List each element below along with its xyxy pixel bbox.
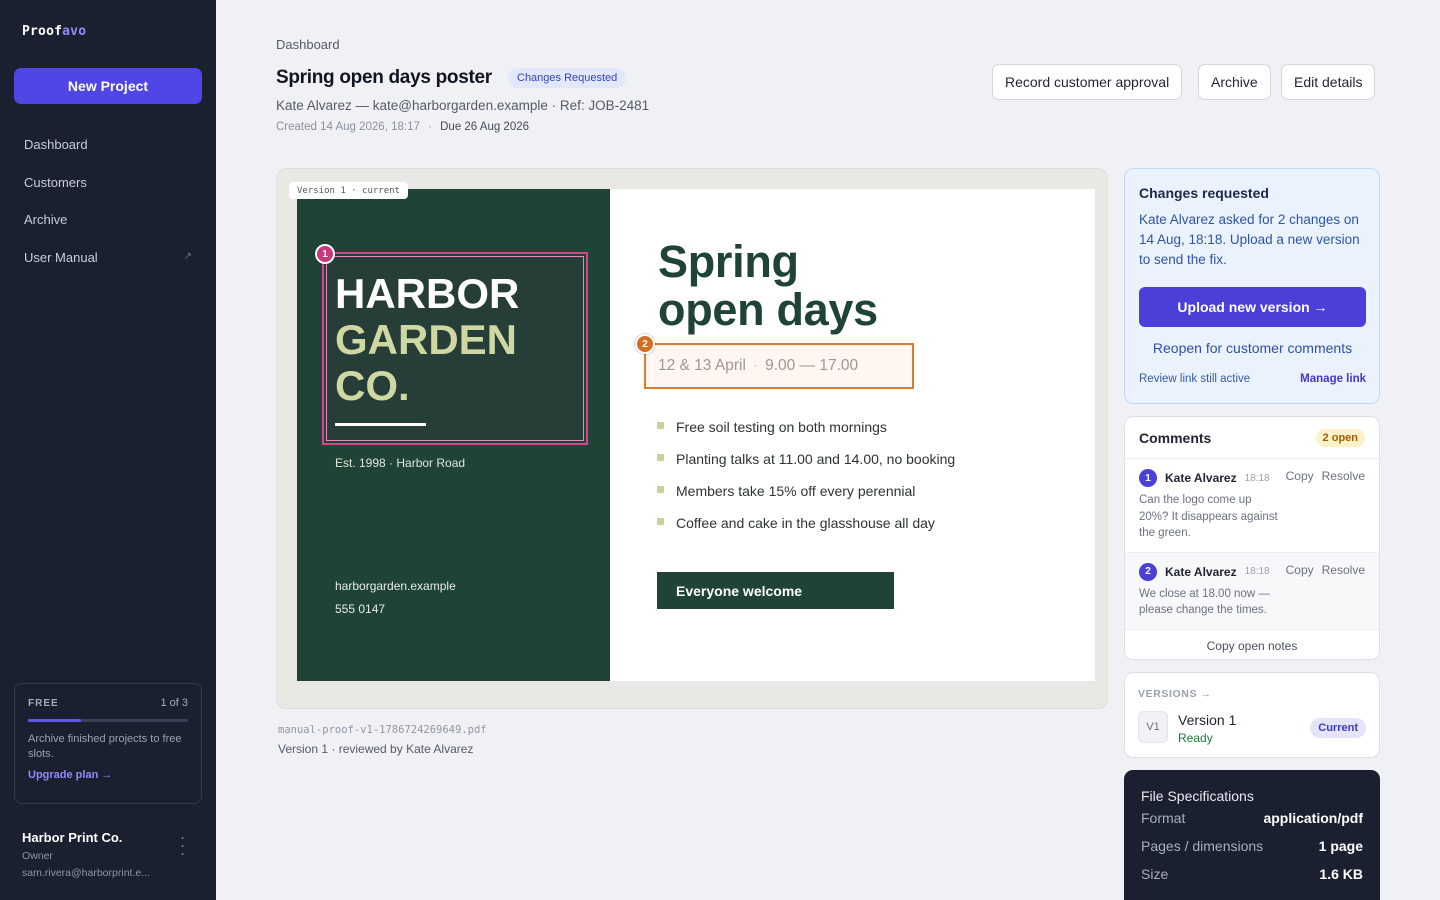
spec-value: 1 page xyxy=(1318,838,1363,854)
sidebar-item-customers[interactable]: Customers xyxy=(0,164,216,202)
customer-line: Kate Alvarez — kate@harborgarden.example… xyxy=(276,98,650,113)
sidebar-nav: Dashboard Customers Archive User Manual ↗ xyxy=(0,126,216,276)
list-item: Coffee and cake in the glasshouse all da… xyxy=(657,515,955,547)
comment-number: 1 xyxy=(1139,469,1157,487)
annotation-box-2[interactable] xyxy=(644,343,914,389)
created-date: Created 14 Aug 2026, 18:17 xyxy=(276,121,420,133)
plan-progress-fill xyxy=(28,719,81,722)
page-title: Spring open days poster xyxy=(276,67,492,88)
annotation-box-1[interactable] xyxy=(322,252,588,445)
version-tag: Version 1 · current xyxy=(289,182,408,199)
comment-author: Kate Alvarez xyxy=(1165,564,1237,579)
project-dates: Created 14 Aug 2026, 18:17 · Due 26 Aug … xyxy=(276,121,529,133)
versions-link[interactable]: VERSIONS → xyxy=(1138,688,1212,700)
sidebar-item-dashboard[interactable]: Dashboard xyxy=(0,126,216,164)
comment-item[interactable]: 1 Kate Alvarez 18:18 Copy Resolve Can the… xyxy=(1125,459,1379,553)
sidebar-item-label: Dashboard xyxy=(24,137,88,153)
account-menu-icon[interactable]: · · · xyxy=(180,830,185,861)
record-approval-button[interactable]: Record customer approval xyxy=(992,64,1183,100)
due-date: Due 26 Aug 2026 xyxy=(440,121,530,133)
sidebar-item-archive[interactable]: Archive xyxy=(0,201,216,239)
plan-count: 1 of 3 xyxy=(160,697,188,709)
version-name[interactable]: Version 1 xyxy=(1178,712,1236,728)
status-badge: Changes Requested xyxy=(508,68,627,88)
comment-text: Can the logo come up 20%? It disappears … xyxy=(1139,494,1278,539)
manage-link[interactable]: Manage link xyxy=(1300,373,1366,385)
sidebar: Proofavo New Project Dashboard Customers… xyxy=(0,0,216,900)
list-item: Members take 15% off every perennial xyxy=(657,483,955,515)
poster-headline: Spring open days xyxy=(658,236,878,335)
list-item: Planting talks at 11.00 and 14.00, no bo… xyxy=(657,451,955,483)
comments-card: Comments 2 open 1 Kate Alvarez 18:18 Cop… xyxy=(1124,416,1380,660)
version-tile: V1 xyxy=(1138,711,1168,743)
spec-row: Format application/pdf xyxy=(1141,804,1363,832)
plan-usage-card: FREE 1 of 3 Archive finished projects to… xyxy=(14,683,202,804)
annotation-pin-1[interactable]: 1 xyxy=(315,244,335,264)
open-count-badge: 2 open xyxy=(1315,428,1365,447)
archive-button[interactable]: Archive xyxy=(1198,64,1271,100)
file-specifications-card: File Specifications Format application/p… xyxy=(1124,770,1380,900)
comment-author: Kate Alvarez xyxy=(1165,471,1237,485)
spec-key: Pages / dimensions xyxy=(1141,838,1264,854)
versions-card: VERSIONS → V1 Version 1 Ready Current xyxy=(1124,672,1380,758)
poster-cta: Everyone welcome xyxy=(657,572,894,609)
annotation-pin-2[interactable]: 2 xyxy=(635,334,655,354)
poster-est: Est. 1998 · Harbor Road xyxy=(335,456,466,470)
upgrade-plan-link[interactable]: Upgrade plan → xyxy=(28,769,188,781)
spec-row: Size 1.6 KB xyxy=(1141,860,1363,888)
specs-title: File Specifications xyxy=(1141,788,1254,804)
changes-title: Changes requested xyxy=(1139,185,1269,201)
external-link-icon: ↗ xyxy=(183,250,192,262)
account-info: Harbor Print Co. Owner sam.rivera@harbor… xyxy=(22,830,197,879)
spec-value: application/pdf xyxy=(1263,810,1363,826)
review-link-row: Review link still active Manage link xyxy=(1139,373,1366,385)
upload-new-version-button[interactable]: Upload new version → xyxy=(1139,287,1366,327)
plan-label: FREE xyxy=(28,697,59,709)
proof-review-note: Version 1 · reviewed by Kate Alvarez xyxy=(278,742,474,756)
resolve-comment-button[interactable]: Resolve xyxy=(1322,563,1365,577)
app-logo[interactable]: Proofavo xyxy=(22,24,86,39)
plan-progress-bar xyxy=(28,719,188,722)
poster-bullet-list: Free soil testing on both mornings Plant… xyxy=(657,419,955,547)
account-name: Harbor Print Co. xyxy=(22,830,123,845)
sidebar-item-label: Customers xyxy=(24,174,87,190)
comment-number: 2 xyxy=(1139,562,1157,581)
edit-details-button[interactable]: Edit details xyxy=(1281,64,1376,100)
comment-text: We close at 18.00 now — please change th… xyxy=(1139,587,1270,617)
account-role: Owner xyxy=(22,850,53,862)
version-status: Ready xyxy=(1178,731,1213,745)
resolve-comment-button[interactable]: Resolve xyxy=(1322,469,1365,483)
copy-comment-button[interactable]: Copy xyxy=(1286,563,1314,577)
current-version-badge: Current xyxy=(1310,718,1366,738)
comment-item[interactable]: 2 Kate Alvarez 18:18 Copy Resolve We clos… xyxy=(1125,552,1379,630)
spec-key: Format xyxy=(1141,810,1186,826)
spec-value: 1.6 KB xyxy=(1319,866,1363,882)
spec-key: Size xyxy=(1141,866,1169,882)
plan-note: Archive finished projects to free slots. xyxy=(28,733,182,760)
poster-website: harborgarden.example xyxy=(335,579,456,593)
comment-time: 18:18 xyxy=(1244,472,1270,484)
proof-file-name[interactable]: manual-proof-v1-1786724269649.pdf xyxy=(278,724,487,736)
spec-row: Pages / dimensions 1 page xyxy=(1141,832,1363,860)
changes-requested-card: Changes requested Kate Alvarez asked for… xyxy=(1124,168,1380,404)
review-link-status: Review link still active xyxy=(1139,373,1251,385)
copy-open-notes-button[interactable]: Copy open notes xyxy=(1125,630,1379,660)
account-email: sam.rivera@harborprint.e... xyxy=(22,867,150,879)
comments-title: Comments xyxy=(1139,429,1212,446)
sidebar-item-label: Archive xyxy=(24,212,68,228)
breadcrumb[interactable]: Dashboard xyxy=(276,37,340,52)
new-project-button[interactable]: New Project xyxy=(14,68,202,104)
sidebar-item-user-manual[interactable]: User Manual ↗ xyxy=(0,239,216,277)
list-item: Free soil testing on both mornings xyxy=(657,419,955,451)
changes-text: Kate Alvarez asked for 2 changes on 14 A… xyxy=(1139,212,1360,267)
comment-time: 18:18 xyxy=(1244,566,1270,577)
copy-comment-button[interactable]: Copy xyxy=(1286,469,1314,483)
sidebar-item-label: User Manual xyxy=(24,249,98,265)
comments-header: Comments 2 open xyxy=(1125,417,1379,459)
poster-phone: 555 0147 xyxy=(335,602,386,616)
date-separator: · xyxy=(428,121,432,133)
reopen-comments-link[interactable]: Reopen for customer comments xyxy=(1139,340,1366,356)
